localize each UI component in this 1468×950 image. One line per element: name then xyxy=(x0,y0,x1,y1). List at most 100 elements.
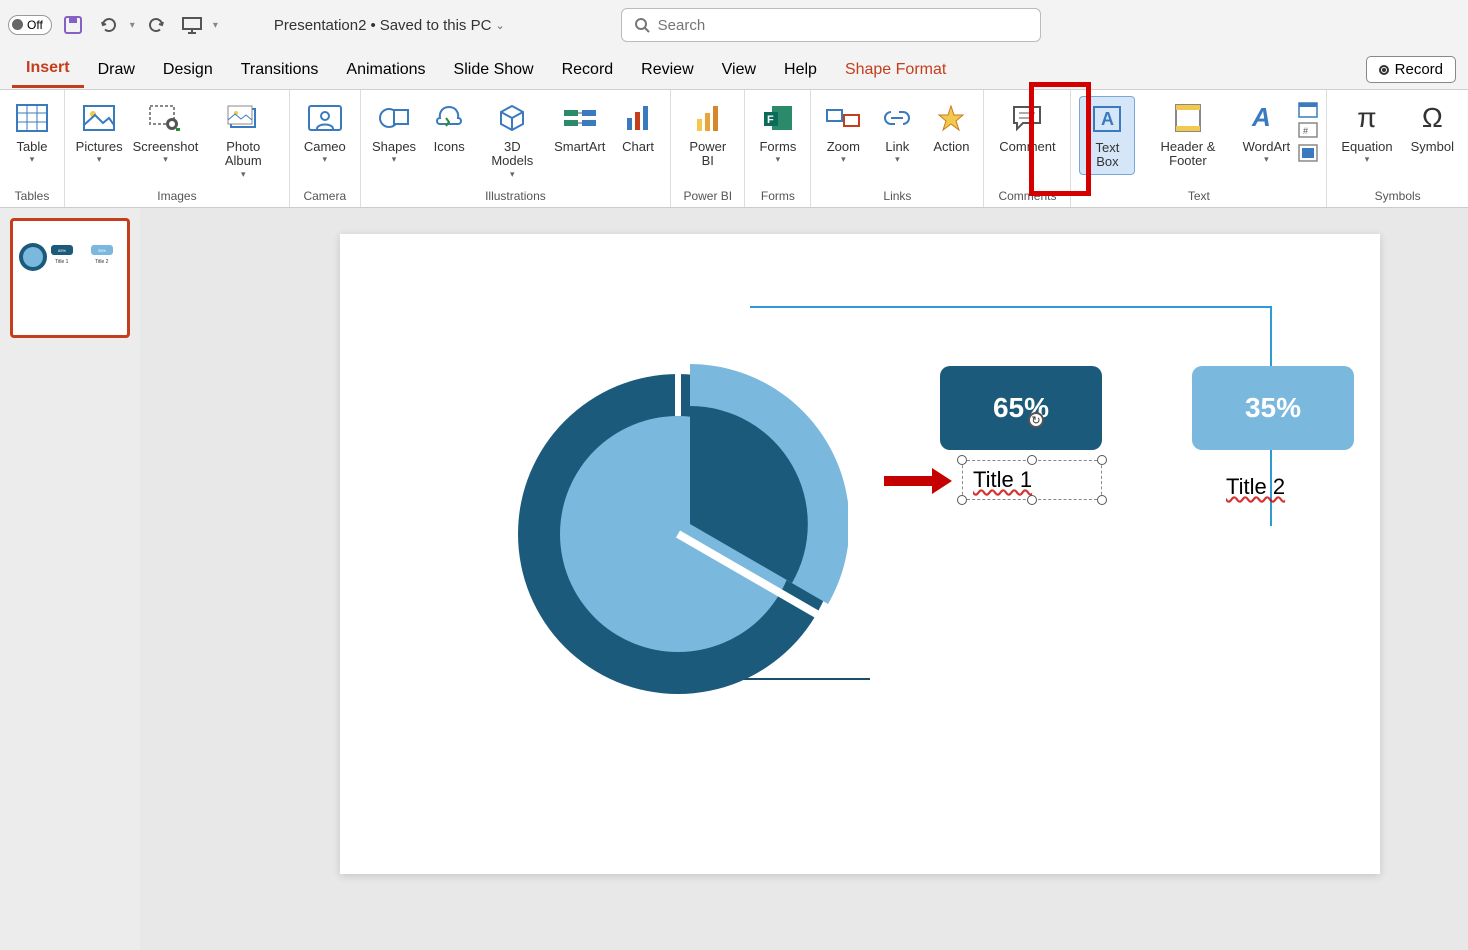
tab-design[interactable]: Design xyxy=(149,53,227,87)
forms-label: Forms xyxy=(759,140,796,154)
chevron-down-icon: ▾ xyxy=(163,154,168,165)
document-title[interactable]: Presentation2 • Saved to this PC ⌄ xyxy=(274,17,505,34)
comment-button[interactable]: Comment xyxy=(992,96,1062,158)
slide-canvas[interactable]: 65% 35% Title 2 Title 1 xyxy=(340,234,1380,874)
chevron-down-icon: ▾ xyxy=(241,169,246,180)
start-from-beginning-button[interactable] xyxy=(177,10,207,40)
powerbi-icon xyxy=(694,103,722,133)
shapes-icon xyxy=(378,104,410,132)
zoom-icon xyxy=(826,106,860,130)
autosave-toggle[interactable]: Off xyxy=(8,15,52,35)
undo-button[interactable] xyxy=(94,10,124,40)
photo-album-button[interactable]: Photo Album▾ xyxy=(206,96,281,184)
record-button[interactable]: Record xyxy=(1366,56,1456,83)
forms-button[interactable]: FForms▾ xyxy=(753,96,802,169)
equation-button[interactable]: πEquation▾ xyxy=(1335,96,1398,169)
title-2-text[interactable]: Title 2 xyxy=(1226,474,1285,500)
undo-icon xyxy=(99,15,119,35)
chart-button[interactable]: Chart xyxy=(614,96,662,158)
tab-animations[interactable]: Animations xyxy=(332,53,439,87)
pictures-button[interactable]: Pictures▾ xyxy=(73,96,125,169)
table-button[interactable]: Table ▾ xyxy=(8,96,56,169)
tab-slideshow[interactable]: Slide Show xyxy=(440,53,548,87)
link-button[interactable]: Link▾ xyxy=(873,96,921,169)
chevron-down-icon: ▾ xyxy=(392,154,397,165)
group-forms: FForms▾ Forms xyxy=(745,90,811,207)
rotate-handle[interactable] xyxy=(1028,412,1044,428)
zoom-button[interactable]: Zoom▾ xyxy=(819,96,867,169)
text-box-label: Text Box xyxy=(1086,141,1128,170)
screenshot-label: Screenshot xyxy=(133,140,199,154)
object-icon[interactable] xyxy=(1298,144,1318,162)
group-label-comments: Comments xyxy=(998,189,1056,205)
header-footer-button[interactable]: Header & Footer xyxy=(1141,96,1234,173)
chevron-down-icon: ▾ xyxy=(510,169,515,180)
slide-number-icon[interactable]: # xyxy=(1298,122,1318,140)
badge-65[interactable]: 65% xyxy=(940,366,1102,450)
shapes-button[interactable]: Shapes▾ xyxy=(369,96,419,169)
icons-button[interactable]: Icons xyxy=(425,96,473,158)
3d-models-label: 3D Models xyxy=(485,140,539,169)
undo-dropdown[interactable]: ▾ xyxy=(130,20,135,31)
tab-view[interactable]: View xyxy=(708,53,770,87)
tab-transitions[interactable]: Transitions xyxy=(227,53,333,87)
group-label-forms: Forms xyxy=(761,189,795,205)
table-icon xyxy=(16,104,48,132)
selection-handle[interactable] xyxy=(957,455,967,465)
screenshot-button[interactable]: Screenshot▾ xyxy=(131,96,199,169)
slide-editing-area[interactable]: 65% 35% Title 2 Title 1 xyxy=(140,208,1468,950)
tab-help[interactable]: Help xyxy=(770,53,831,87)
chevron-down-icon: ⌄ xyxy=(495,19,504,32)
selected-text-box[interactable]: Title 1 xyxy=(962,460,1102,500)
cameo-label: Cameo xyxy=(304,140,346,154)
icons-icon xyxy=(434,104,464,132)
pictures-label: Pictures xyxy=(76,140,123,154)
selection-handle[interactable] xyxy=(1097,455,1107,465)
svg-text:F: F xyxy=(767,114,774,126)
photo-album-label: Photo Album xyxy=(212,140,275,169)
3d-models-icon xyxy=(497,103,527,133)
powerbi-label: Power BI xyxy=(685,140,730,169)
tab-record[interactable]: Record xyxy=(548,53,628,87)
search-input[interactable] xyxy=(658,17,1028,34)
selection-handle[interactable] xyxy=(1027,455,1037,465)
title-1-text[interactable]: Title 1 xyxy=(963,461,1101,499)
smartart-button[interactable]: SmartArt xyxy=(551,96,608,158)
tab-review[interactable]: Review xyxy=(627,53,707,87)
header-footer-label: Header & Footer xyxy=(1147,140,1228,169)
search-box[interactable] xyxy=(621,8,1041,42)
redo-button[interactable] xyxy=(141,10,171,40)
save-status: Saved to this PC xyxy=(380,17,492,34)
tab-insert[interactable]: Insert xyxy=(12,51,84,88)
present-dropdown[interactable]: ▾ xyxy=(213,20,218,31)
tab-shape-format[interactable]: Shape Format xyxy=(831,53,960,87)
symbol-label: Symbol xyxy=(1411,140,1454,154)
3d-models-button[interactable]: 3D Models▾ xyxy=(479,96,545,184)
tab-draw[interactable]: Draw xyxy=(84,53,149,87)
svg-text:A: A xyxy=(1251,104,1271,132)
badge-35[interactable]: 35% xyxy=(1192,366,1354,450)
record-dot-icon xyxy=(1379,65,1389,75)
pie-chart[interactable] xyxy=(508,364,848,709)
wordart-button[interactable]: AWordArt▾ xyxy=(1240,96,1292,169)
symbol-button[interactable]: ΩSymbol xyxy=(1405,96,1460,158)
group-camera: Cameo▾ Camera xyxy=(290,90,361,207)
selection-handle[interactable] xyxy=(1027,495,1037,505)
action-button[interactable]: Action xyxy=(927,96,975,158)
selection-handle[interactable] xyxy=(957,495,967,505)
group-label-powerbi: Power BI xyxy=(683,189,732,205)
powerbi-button[interactable]: Power BI xyxy=(679,96,736,173)
search-container xyxy=(621,8,1041,42)
chevron-down-icon: ▾ xyxy=(323,154,328,165)
cameo-button[interactable]: Cameo▾ xyxy=(298,96,352,169)
selection-handle[interactable] xyxy=(1097,495,1107,505)
chart-icon xyxy=(623,104,653,132)
slide-thumbnail-1[interactable]: 65% 35% Title 1 Title 2 xyxy=(10,218,130,338)
save-button[interactable] xyxy=(58,10,88,40)
comment-icon xyxy=(1011,104,1043,132)
date-time-icon[interactable] xyxy=(1298,100,1318,118)
pictures-icon xyxy=(83,105,115,131)
text-box-button[interactable]: AText Box xyxy=(1079,96,1135,175)
group-images: Pictures▾ Screenshot▾ Photo Album▾ Image… xyxy=(65,90,290,207)
chart-label: Chart xyxy=(622,140,654,154)
